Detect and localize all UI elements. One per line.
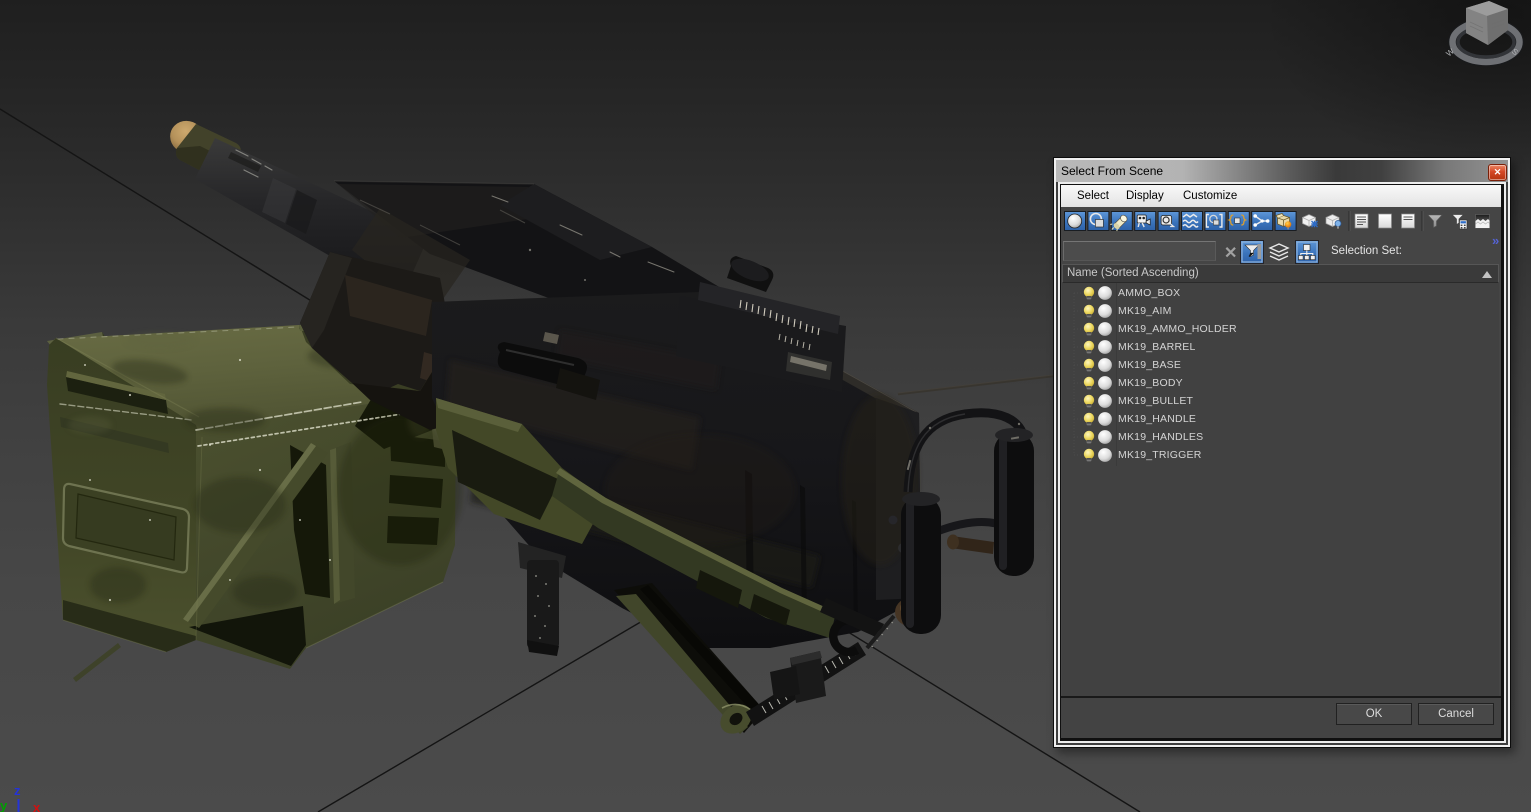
svg-text:z: z xyxy=(14,783,21,798)
svg-text:y: y xyxy=(0,798,8,812)
svg-text:x: x xyxy=(33,800,41,812)
